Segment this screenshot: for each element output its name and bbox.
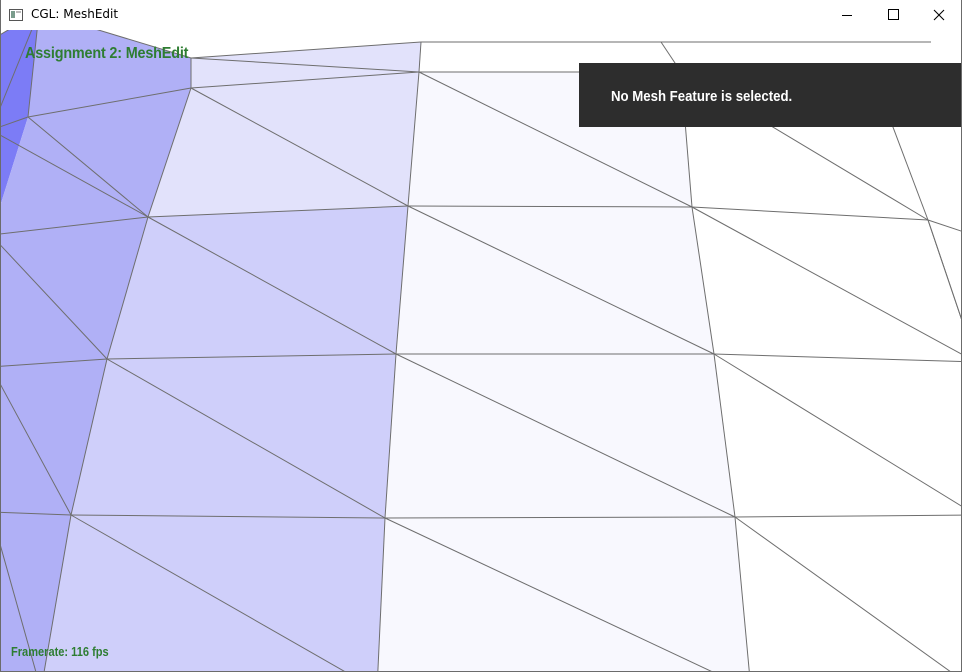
window-title: CGL: MeshEdit xyxy=(31,7,119,21)
info-message: No Mesh Feature is selected. xyxy=(611,88,793,105)
mesh-face[interactable] xyxy=(735,515,961,671)
app-window-icon xyxy=(9,8,23,21)
close-icon xyxy=(933,9,945,21)
mesh-face[interactable] xyxy=(71,354,396,518)
framerate-label: Framerate: 116 fps xyxy=(11,644,109,659)
title-bar[interactable]: CGL: MeshEdit xyxy=(1,0,961,30)
mesh-face[interactable] xyxy=(692,207,961,362)
mesh-face[interactable] xyxy=(396,206,714,354)
assignment-title: Assignment 2: MeshEdit xyxy=(25,45,189,62)
mesh-face[interactable] xyxy=(714,354,961,517)
minimize-icon xyxy=(842,15,852,16)
minimize-button[interactable] xyxy=(824,0,870,30)
mesh-viewport[interactable]: Assignment 2: MeshEdit No Mesh Feature i… xyxy=(1,30,961,671)
close-button[interactable] xyxy=(916,0,961,30)
maximize-icon xyxy=(888,9,899,20)
app-window: CGL: MeshEdit Assignment 2: MeshEdit No … xyxy=(0,0,962,672)
mesh-face[interactable] xyxy=(385,354,735,518)
maximize-button[interactable] xyxy=(870,0,916,30)
info-panel: No Mesh Feature is selected. xyxy=(579,63,961,127)
